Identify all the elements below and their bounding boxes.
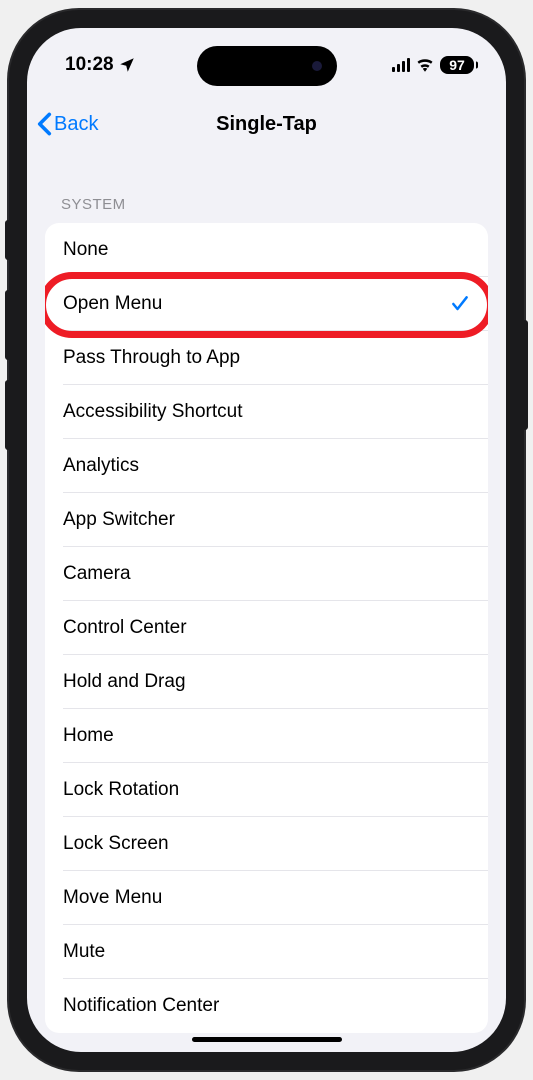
option-label: Mute <box>63 941 105 963</box>
option-notification-center[interactable]: Notification Center <box>45 979 488 1033</box>
option-home[interactable]: Home <box>45 709 488 763</box>
option-label: Hold and Drag <box>63 671 186 693</box>
option-control-center[interactable]: Control Center <box>45 601 488 655</box>
option-label: None <box>63 239 108 261</box>
option-app-switcher[interactable]: App Switcher <box>45 493 488 547</box>
option-label: Home <box>63 725 114 747</box>
silent-switch <box>5 220 9 260</box>
battery-level: 97 <box>449 57 465 73</box>
option-label: Control Center <box>63 617 187 639</box>
content-area[interactable]: SYSTEM None Open Menu Pass Through to Ap… <box>27 158 506 1052</box>
system-actions-list: None Open Menu Pass Through to App Acces… <box>45 223 488 1033</box>
option-label: Accessibility Shortcut <box>63 401 243 423</box>
volume-down-button <box>5 380 9 450</box>
option-camera[interactable]: Camera <box>45 547 488 601</box>
checkmark-icon <box>450 294 470 314</box>
volume-up-button <box>5 290 9 360</box>
option-label: Lock Screen <box>63 833 169 855</box>
back-button[interactable]: Back <box>37 112 98 136</box>
chevron-left-icon <box>37 112 52 136</box>
option-pass-through[interactable]: Pass Through to App <box>45 331 488 385</box>
status-left: 10:28 <box>65 54 136 76</box>
option-lock-screen[interactable]: Lock Screen <box>45 817 488 871</box>
option-label: Camera <box>63 563 131 585</box>
option-label: Lock Rotation <box>63 779 179 801</box>
back-label: Back <box>54 113 98 136</box>
option-label: App Switcher <box>63 509 175 531</box>
option-open-menu[interactable]: Open Menu <box>45 277 488 331</box>
option-mute[interactable]: Mute <box>45 925 488 979</box>
navigation-bar: Back Single-Tap <box>27 96 506 152</box>
location-icon <box>118 56 136 74</box>
phone-frame: 10:28 97 <box>9 10 524 1070</box>
option-accessibility-shortcut[interactable]: Accessibility Shortcut <box>45 385 488 439</box>
option-none[interactable]: None <box>45 223 488 277</box>
option-move-menu[interactable]: Move Menu <box>45 871 488 925</box>
battery-indicator: 97 <box>440 56 474 74</box>
wifi-icon <box>416 58 434 72</box>
status-right: 97 <box>392 56 474 74</box>
option-label: Notification Center <box>63 995 219 1017</box>
section-header: SYSTEM <box>45 158 488 223</box>
option-label: Move Menu <box>63 887 162 909</box>
dynamic-island <box>197 46 337 86</box>
option-lock-rotation[interactable]: Lock Rotation <box>45 763 488 817</box>
cellular-signal-icon <box>392 58 410 72</box>
power-button <box>524 320 528 430</box>
option-label: Analytics <box>63 455 139 477</box>
option-analytics[interactable]: Analytics <box>45 439 488 493</box>
status-time: 10:28 <box>65 54 114 76</box>
home-indicator[interactable] <box>192 1037 342 1042</box>
option-label: Pass Through to App <box>63 347 240 369</box>
option-hold-and-drag[interactable]: Hold and Drag <box>45 655 488 709</box>
screen: 10:28 97 <box>27 28 506 1052</box>
option-label: Open Menu <box>63 293 162 315</box>
page-title: Single-Tap <box>39 113 494 136</box>
